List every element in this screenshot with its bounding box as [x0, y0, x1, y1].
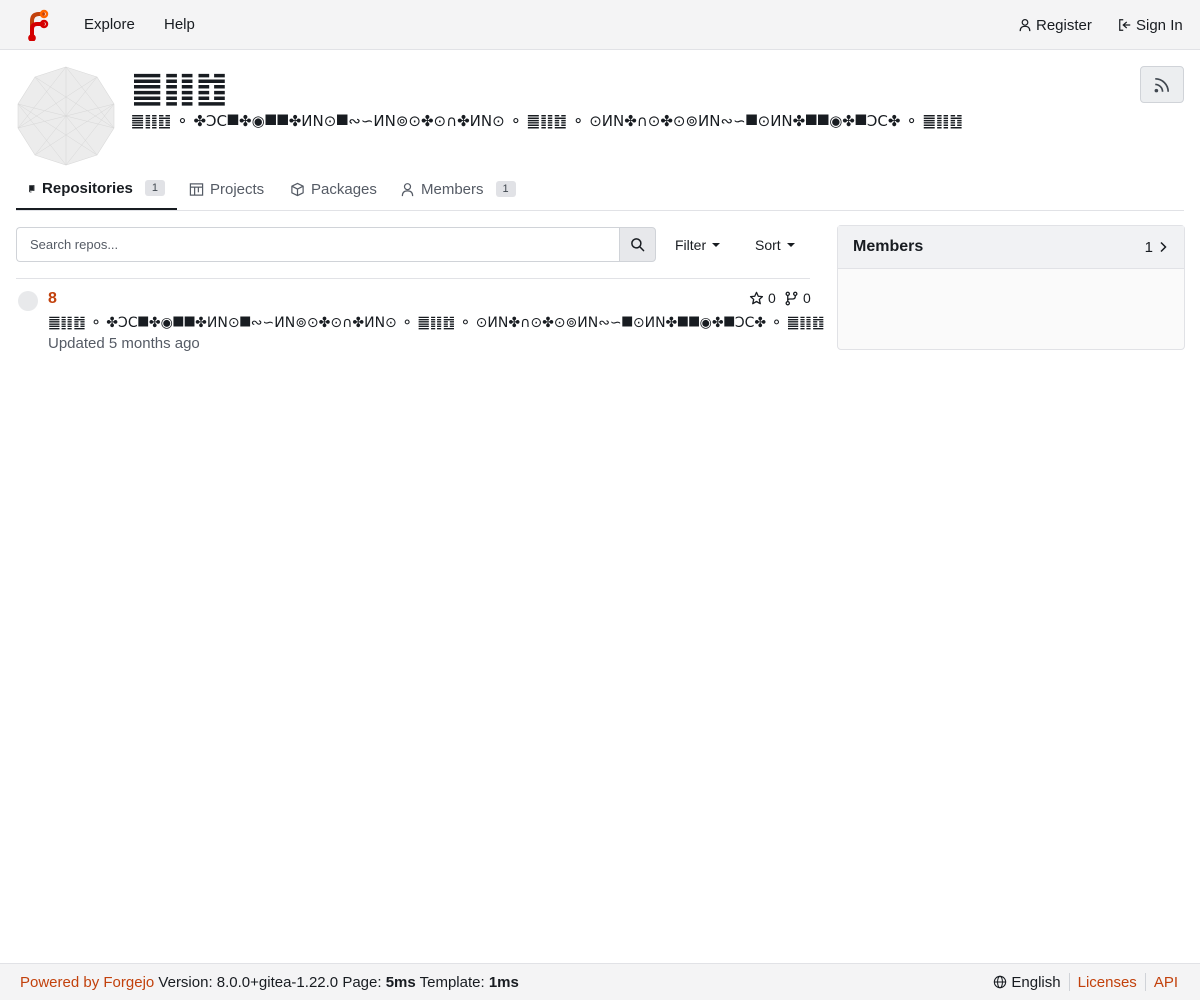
repo-updated: Updated 5 months ago	[48, 335, 200, 352]
powered-by-link[interactable]: Powered by Forgejo	[20, 974, 154, 991]
members-panel: Members 1	[837, 225, 1185, 350]
package-icon	[291, 182, 304, 196]
api-link[interactable]: API	[1154, 974, 1178, 991]
divider	[16, 278, 810, 279]
nav-explore[interactable]: Explore	[84, 0, 135, 50]
caret-down-icon	[712, 242, 721, 247]
search-input[interactable]	[16, 227, 619, 262]
tab-projects-label: Projects	[210, 180, 265, 198]
nav-help[interactable]: Help	[164, 0, 195, 50]
fork-icon	[785, 291, 798, 305]
repo-name-link[interactable]: 8	[48, 290, 57, 308]
members-panel-header: Members 1	[838, 226, 1184, 269]
search-icon	[631, 238, 645, 252]
members-panel-title: Members	[853, 238, 924, 255]
rss-icon	[1154, 77, 1170, 92]
chevron-right-icon	[1160, 241, 1167, 253]
repo-stars[interactable]: 0	[749, 290, 776, 306]
members-count-badge: 1	[495, 181, 516, 197]
filter-dropdown[interactable]: Filter	[675, 227, 721, 262]
sort-dropdown[interactable]: Sort	[755, 227, 795, 262]
tab-repositories[interactable]: Repositories 1	[16, 168, 177, 210]
globe-icon	[994, 975, 1007, 989]
register-label: Register	[1036, 16, 1092, 34]
register-link[interactable]: Register	[1018, 0, 1092, 50]
search-button[interactable]	[619, 227, 656, 262]
user-icon	[1019, 18, 1031, 32]
org-tabs: Repositories 1 Projects Packages Members…	[16, 168, 1184, 211]
footer-links: English Licenses API	[993, 973, 1178, 991]
org-avatar	[17, 66, 115, 166]
filter-label: Filter	[675, 236, 707, 253]
tab-repositories-label: Repositories	[42, 179, 133, 197]
repo-icon	[29, 184, 35, 192]
divider	[1068, 973, 1070, 991]
members-panel-link[interactable]: 1	[1145, 239, 1169, 256]
forks-count: 0	[803, 290, 811, 306]
sign-in-link[interactable]: Sign In	[1118, 0, 1183, 50]
person-icon	[401, 182, 414, 196]
star-icon	[749, 291, 764, 304]
sign-in-label: Sign In	[1136, 16, 1183, 34]
footer: Powered by Forgejo Version: 8.0.0+gitea-…	[0, 963, 1200, 1000]
tab-packages-label: Packages	[311, 180, 377, 198]
rss-feed-button[interactable]	[1140, 66, 1184, 103]
licenses-link[interactable]: Licenses	[1078, 974, 1137, 991]
repo-forks[interactable]: 0	[784, 290, 811, 306]
language-selector[interactable]: English	[993, 973, 1061, 991]
org-description: ䷀䷁䷂ ⚬ ✤ↃϹ⯀✤◉⯀⯀✤ИΝ⊙⯀∾∽ИΝ⊚⊙✤⊙∩✤ИΝ⊙ ⚬ ䷀䷁䷂ ⚬…	[131, 112, 963, 130]
stars-count: 0	[768, 290, 776, 306]
divider	[1144, 973, 1146, 991]
page-time: 5ms	[385, 974, 416, 991]
page-label: Page:	[342, 974, 382, 991]
repo-description: ䷀䷁䷂ ⚬ ✤ↃϹ⯀✤◉⯀⯀✤ИΝ⊙⯀∾∽ИΝ⊚⊙✤⊙∩✤ИΝ⊙ ⚬ ䷀䷁䷂ ⚬…	[48, 315, 825, 331]
tab-projects[interactable]: Projects	[189, 168, 264, 210]
language-label: English	[1011, 973, 1061, 991]
caret-down-icon	[786, 242, 795, 247]
tab-members[interactable]: Members 1	[400, 168, 516, 210]
sign-in-icon	[1119, 19, 1131, 31]
repo-search	[16, 227, 656, 262]
template-label: Template:	[419, 974, 485, 991]
forgejo-logo-icon[interactable]	[26, 9, 50, 41]
template-time: 1ms	[488, 974, 519, 991]
tab-members-label: Members	[421, 180, 484, 198]
members-panel-count: 1	[1144, 238, 1153, 256]
tab-packages[interactable]: Packages	[290, 168, 377, 210]
navbar: Explore Help Register Sign In	[0, 0, 1200, 50]
repo-avatar	[18, 291, 38, 311]
sort-label: Sort	[755, 236, 781, 253]
org-title: ䷀䷁䷂	[131, 68, 228, 109]
project-icon	[189, 182, 204, 196]
repositories-count-badge: 1	[144, 180, 165, 196]
version-text: Version: 8.0.0+gitea-1.22.0	[158, 974, 339, 991]
footer-info: Powered by Forgejo Version: 8.0.0+gitea-…	[20, 974, 519, 991]
